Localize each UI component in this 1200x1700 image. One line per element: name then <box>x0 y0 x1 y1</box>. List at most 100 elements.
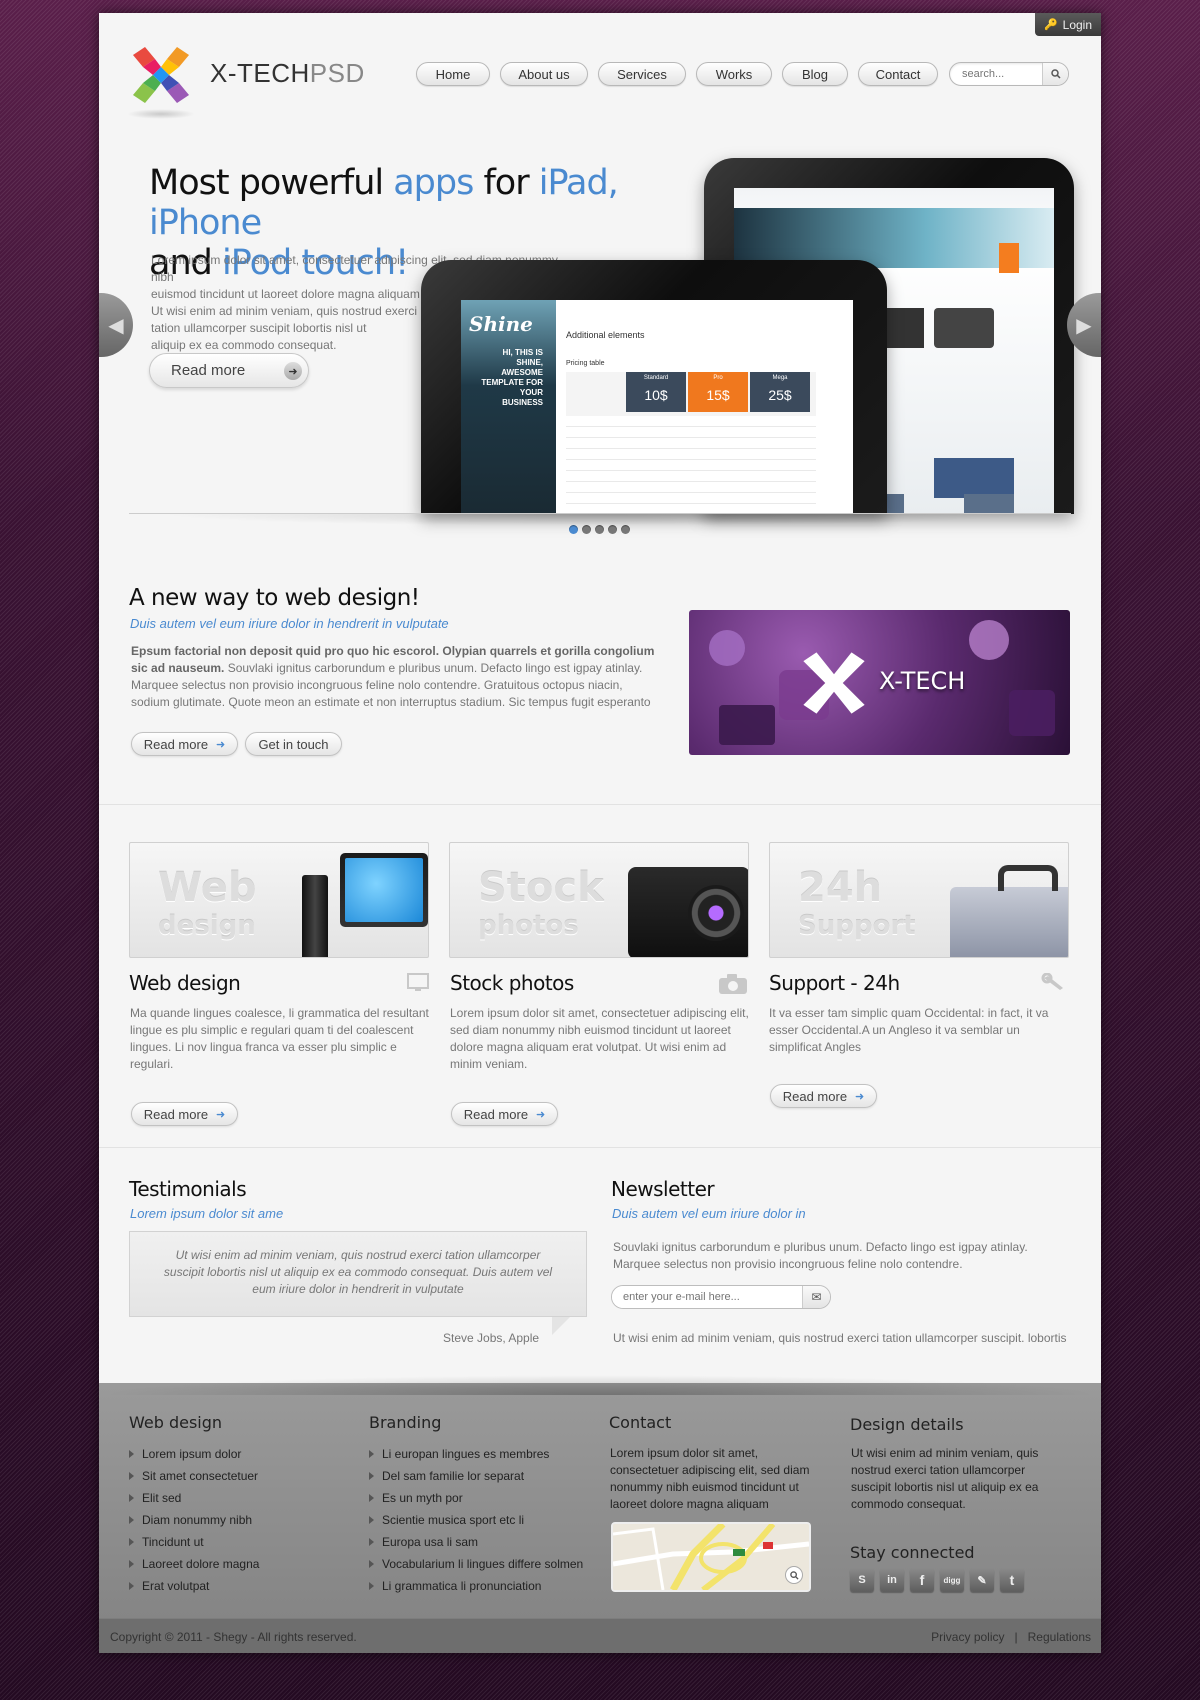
twitter-icon[interactable]: t <box>1000 1568 1024 1592</box>
footer-link[interactable]: Sit amet consectetuer <box>129 1465 259 1487</box>
screen-tagline-line: BUSINESS <box>502 398 543 407</box>
get-in-touch-label: Get in touch <box>258 736 329 752</box>
pricing-rows <box>566 416 816 514</box>
pricing-col-pro: Pro 15$ <box>688 372 748 412</box>
arrow-right-icon: ▶ <box>1076 314 1092 337</box>
copyright-text: Copyright © 2011 - Shegy - All rights re… <box>110 1630 357 1644</box>
slider-dot[interactable] <box>595 525 604 534</box>
login-button[interactable]: 🔑 Login <box>1035 13 1101 36</box>
nav-about-us[interactable]: About us <box>500 62 588 86</box>
arrow-right-icon: ➜ <box>284 362 302 380</box>
search-button[interactable] <box>1042 63 1068 85</box>
caption-small: Support <box>798 911 916 941</box>
footer-link[interactable]: Tincidunt ut <box>129 1531 259 1553</box>
social-icons: S in f digg ✎ t <box>850 1568 1024 1592</box>
caption-big: Stock <box>478 865 604 911</box>
footer-link[interactable]: Elit sed <box>129 1487 259 1509</box>
camera-icon <box>719 974 747 994</box>
footer-link[interactable]: Diam nonummy nibh <box>129 1509 259 1531</box>
search-input[interactable] <box>950 63 1042 85</box>
banner-logo-icon <box>803 652 865 714</box>
footer-link[interactable]: Li europan lingues es membres <box>369 1443 583 1465</box>
screen-brand: Shine <box>469 312 533 336</box>
nav-contact[interactable]: Contact <box>858 62 938 86</box>
logo-icon <box>133 47 189 103</box>
footer-link[interactable]: Scientie musica sport etc li <box>369 1509 583 1531</box>
newsletter-note: Ut wisi enim ad minim veniam, quis nostr… <box>613 1331 1067 1345</box>
footer-link[interactable]: Es un myth por <box>369 1487 583 1509</box>
screen-table-title: Pricing table <box>566 360 605 367</box>
service-read-more-button[interactable]: Read more ➜ <box>131 1102 238 1126</box>
logo-light: PSD <box>309 58 365 88</box>
footer-link[interactable]: Lorem ipsum dolor <box>129 1443 259 1465</box>
bottom-bar: Copyright © 2011 - Shegy - All rights re… <box>99 1618 1101 1653</box>
slider-dot[interactable] <box>621 525 630 534</box>
hero-title-part: Most powerful <box>149 163 394 203</box>
service-image-caption: Stock photos <box>478 868 604 945</box>
footer-link[interactable]: Erat volutpat <box>129 1575 259 1597</box>
page-container: 🔑 Login X-TECHPSD Home About us Services… <box>99 13 1101 1653</box>
slider-dot[interactable] <box>608 525 617 534</box>
digg-icon[interactable]: digg <box>940 1568 964 1592</box>
screen-card <box>964 494 1014 514</box>
service-title: Stock photos <box>450 971 574 995</box>
screen-accent <box>999 243 1019 273</box>
read-more-label: Read more <box>782 1088 848 1104</box>
email-input[interactable] <box>612 1286 802 1308</box>
regulations-link[interactable]: Regulations <box>1028 1630 1091 1644</box>
skype-icon[interactable]: S <box>850 1568 874 1592</box>
bottom-links: Privacy policy | Regulations <box>931 1630 1091 1644</box>
nav-home[interactable]: Home <box>416 62 490 86</box>
map-graphic <box>613 1524 809 1590</box>
arrow-right-icon: ➜ <box>855 1090 865 1103</box>
footer-link[interactable]: Li grammatica li pronunciation <box>369 1575 583 1597</box>
slider-prev-button[interactable]: ◀ <box>99 293 133 357</box>
newsletter-title: Newsletter <box>611 1177 715 1201</box>
hero-read-more-button[interactable]: Read more ➜ <box>149 353 309 388</box>
footer-link[interactable]: Europa usa li sam <box>369 1531 583 1553</box>
key-icon: 🔑 <box>1043 19 1058 31</box>
get-in-touch-button[interactable]: Get in touch <box>245 732 342 756</box>
slider-dot[interactable] <box>582 525 591 534</box>
service-read-more-button[interactable]: Read more ➜ <box>770 1084 877 1108</box>
slider-dots <box>569 525 630 534</box>
footer-col-title: Web design <box>129 1413 223 1432</box>
newsletter-text: Souvlaki ignitus carborundum e pluribus … <box>613 1240 1028 1271</box>
subscribe-button[interactable]: ✉ <box>802 1286 830 1308</box>
caption-big: Web <box>158 865 257 911</box>
footer-link[interactable]: Del sam familie lor separat <box>369 1465 583 1487</box>
privacy-policy-link[interactable]: Privacy policy <box>931 1630 1004 1644</box>
hero-title-part: for <box>473 163 539 203</box>
intro-subtitle: Duis autem vel eum iriure dolor in hendr… <box>130 616 449 631</box>
search-icon <box>789 1570 799 1580</box>
slider-dot[interactable] <box>569 525 578 534</box>
section-divider <box>99 1147 1101 1148</box>
contact-map[interactable] <box>611 1522 811 1592</box>
intro-text: Epsum factorial non deposit quid pro quo… <box>131 643 661 711</box>
linkedin-icon[interactable]: in <box>880 1568 904 1592</box>
facebook-icon[interactable]: f <box>910 1568 934 1592</box>
service-image-caption: Web design <box>158 868 256 945</box>
plan-price: 15$ <box>706 387 730 403</box>
footer-link[interactable]: Vocabularium li lingues differe solmen <box>369 1553 583 1575</box>
map-zoom-button[interactable] <box>785 1566 803 1584</box>
footer-link[interactable]: Laoreet dolore magna <box>129 1553 259 1575</box>
footer-contact-text: Lorem ipsum dolor sit amet, consectetuer… <box>610 1446 810 1511</box>
arrow-left-icon: ◀ <box>108 314 124 337</box>
nav-services[interactable]: Services <box>598 62 686 86</box>
newsletter-subtitle: Duis autem vel eum iriure dolor in <box>612 1206 806 1221</box>
footer-design-text: Ut wisi enim ad minim veniam, quis nostr… <box>851 1446 1039 1511</box>
plan-price: 25$ <box>768 387 792 403</box>
tablet-front-screen: Shine HI, THIS IS SHINE, AWESOME TEMPLAT… <box>461 300 853 514</box>
screen-sidebar: Shine HI, THIS IS SHINE, AWESOME TEMPLAT… <box>461 300 556 514</box>
screen-tagline-line: SHINE, <box>516 358 543 367</box>
intro-read-more-button[interactable]: Read more ➜ <box>131 732 238 756</box>
delicious-icon[interactable]: ✎ <box>970 1568 994 1592</box>
service-read-more-button[interactable]: Read more ➜ <box>451 1102 558 1126</box>
nav-works[interactable]: Works <box>696 62 772 86</box>
logo-text[interactable]: X-TECHPSD <box>210 58 365 89</box>
read-more-label: Read more <box>143 736 209 752</box>
hero-read-more-label: Read more <box>171 362 246 379</box>
nav-blog[interactable]: Blog <box>782 62 848 86</box>
testimonial-quote: Ut wisi enim ad minim veniam, quis nostr… <box>129 1231 587 1317</box>
